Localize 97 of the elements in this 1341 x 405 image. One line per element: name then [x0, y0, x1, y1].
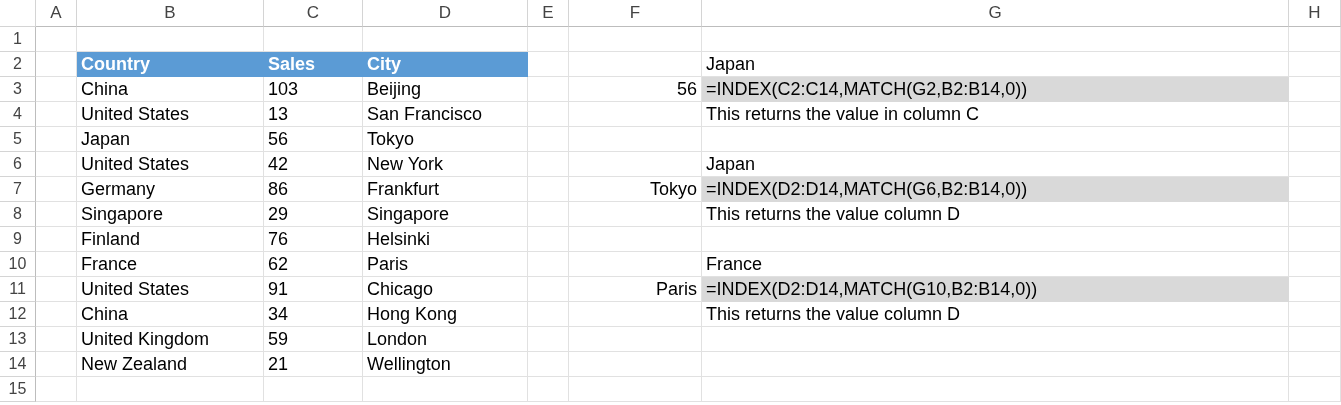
column-header[interactable]: G	[702, 0, 1289, 27]
formula-cell: =INDEX(D2:D14,MATCH(G10,B2:B14,0))	[702, 277, 1289, 302]
table-cell: China	[77, 302, 264, 327]
row-header[interactable]: 11	[0, 277, 36, 302]
table-cell: United States	[77, 277, 264, 302]
row-header[interactable]: 4	[0, 102, 36, 127]
row-header[interactable]: 13	[0, 327, 36, 352]
table-cell: Singapore	[77, 202, 264, 227]
row-header[interactable]: 6	[0, 152, 36, 177]
table-cell: 103	[264, 77, 363, 102]
table-cell: 56	[569, 77, 702, 102]
column-header[interactable]: E	[528, 0, 569, 27]
table-cell: Japan	[77, 127, 264, 152]
empty-cell[interactable]	[569, 352, 702, 377]
table-cell: 42	[264, 152, 363, 177]
column-header[interactable]: B	[77, 0, 264, 27]
table-cell: London	[363, 327, 528, 352]
table-cell: 86	[264, 177, 363, 202]
formula-cell: =INDEX(D2:D14,MATCH(G6,B2:B14,0))	[702, 177, 1289, 202]
table-cell: 21	[264, 352, 363, 377]
table-cell: 76	[264, 227, 363, 252]
table-cell: 13	[264, 102, 363, 127]
empty-cell[interactable]	[569, 127, 702, 152]
row-header[interactable]: 7	[0, 177, 36, 202]
formula-cell: =INDEX(C2:C14,MATCH(G2,B2:B14,0))	[702, 77, 1289, 102]
empty-cell[interactable]	[702, 327, 1289, 352]
empty-cell[interactable]	[1289, 227, 1341, 252]
empty-cell[interactable]	[264, 377, 363, 402]
row-header[interactable]: 9	[0, 227, 36, 252]
table-cell: 34	[264, 302, 363, 327]
row-header[interactable]: 14	[0, 352, 36, 377]
table-cell: Beijing	[363, 77, 528, 102]
table-cell: Tokyo	[569, 177, 702, 202]
table-cell: United Kingdom	[77, 327, 264, 352]
table-cell: This returns the value column D	[702, 202, 1289, 227]
table-cell: Finland	[77, 227, 264, 252]
empty-cell[interactable]	[36, 27, 77, 52]
column-heading: Sales	[264, 52, 363, 77]
table-cell: Chicago	[363, 277, 528, 302]
empty-cell[interactable]	[569, 27, 702, 52]
column-header[interactable]: A	[36, 0, 77, 27]
table-cell: Singapore	[363, 202, 528, 227]
row-header[interactable]: 2	[0, 52, 36, 77]
table-cell: Wellington	[363, 352, 528, 377]
table-cell: This returns the value in column C	[702, 102, 1289, 127]
row-header[interactable]: 15	[0, 377, 36, 402]
row-header[interactable]: 1	[0, 27, 36, 52]
table-cell: Hong Kong	[363, 302, 528, 327]
empty-cell[interactable]	[77, 377, 264, 402]
empty-cell[interactable]	[1289, 127, 1341, 152]
empty-cell[interactable]	[569, 377, 702, 402]
table-cell: San Francisco	[363, 102, 528, 127]
table-cell: United States	[77, 152, 264, 177]
table-cell: 91	[264, 277, 363, 302]
table-cell: Japan	[702, 52, 1289, 77]
empty-cell[interactable]	[569, 227, 702, 252]
table-cell: New Zealand	[77, 352, 264, 377]
empty-cell[interactable]	[36, 377, 77, 402]
row-header[interactable]: 5	[0, 127, 36, 152]
table-cell: Paris	[363, 252, 528, 277]
table-cell: 62	[264, 252, 363, 277]
empty-cell[interactable]	[528, 27, 569, 52]
empty-cell[interactable]	[569, 327, 702, 352]
table-cell: Japan	[702, 152, 1289, 177]
table-cell: Frankfurt	[363, 177, 528, 202]
empty-cell[interactable]	[528, 377, 569, 402]
table-cell: Germany	[77, 177, 264, 202]
select-all-corner[interactable]	[0, 0, 36, 27]
column-header[interactable]: D	[363, 0, 528, 27]
row-header[interactable]: 3	[0, 77, 36, 102]
table-cell: China	[77, 77, 264, 102]
table-cell: France	[702, 252, 1289, 277]
row-header[interactable]: 10	[0, 252, 36, 277]
row-header[interactable]: 8	[0, 202, 36, 227]
table-cell: 56	[264, 127, 363, 152]
table-cell: Helsinki	[363, 227, 528, 252]
table-cell: United States	[77, 102, 264, 127]
table-cell: New York	[363, 152, 528, 177]
empty-cell[interactable]	[363, 377, 528, 402]
empty-cell[interactable]	[1289, 327, 1341, 352]
empty-cell[interactable]	[702, 377, 1289, 402]
empty-cell[interactable]	[1289, 352, 1341, 377]
row-header[interactable]: 12	[0, 302, 36, 327]
table-cell: France	[77, 252, 264, 277]
column-header[interactable]: F	[569, 0, 702, 27]
table-cell: This returns the value column D	[702, 302, 1289, 327]
empty-cell[interactable]	[702, 352, 1289, 377]
table-cell: 29	[264, 202, 363, 227]
column-heading: Country	[77, 52, 264, 77]
empty-cell[interactable]	[1289, 27, 1341, 52]
column-header[interactable]: C	[264, 0, 363, 27]
column-heading: City	[363, 52, 528, 77]
empty-cell[interactable]	[1289, 377, 1341, 402]
column-header[interactable]: H	[1289, 0, 1341, 27]
table-cell: Tokyo	[363, 127, 528, 152]
table-cell: Paris	[569, 277, 702, 302]
table-cell: 59	[264, 327, 363, 352]
